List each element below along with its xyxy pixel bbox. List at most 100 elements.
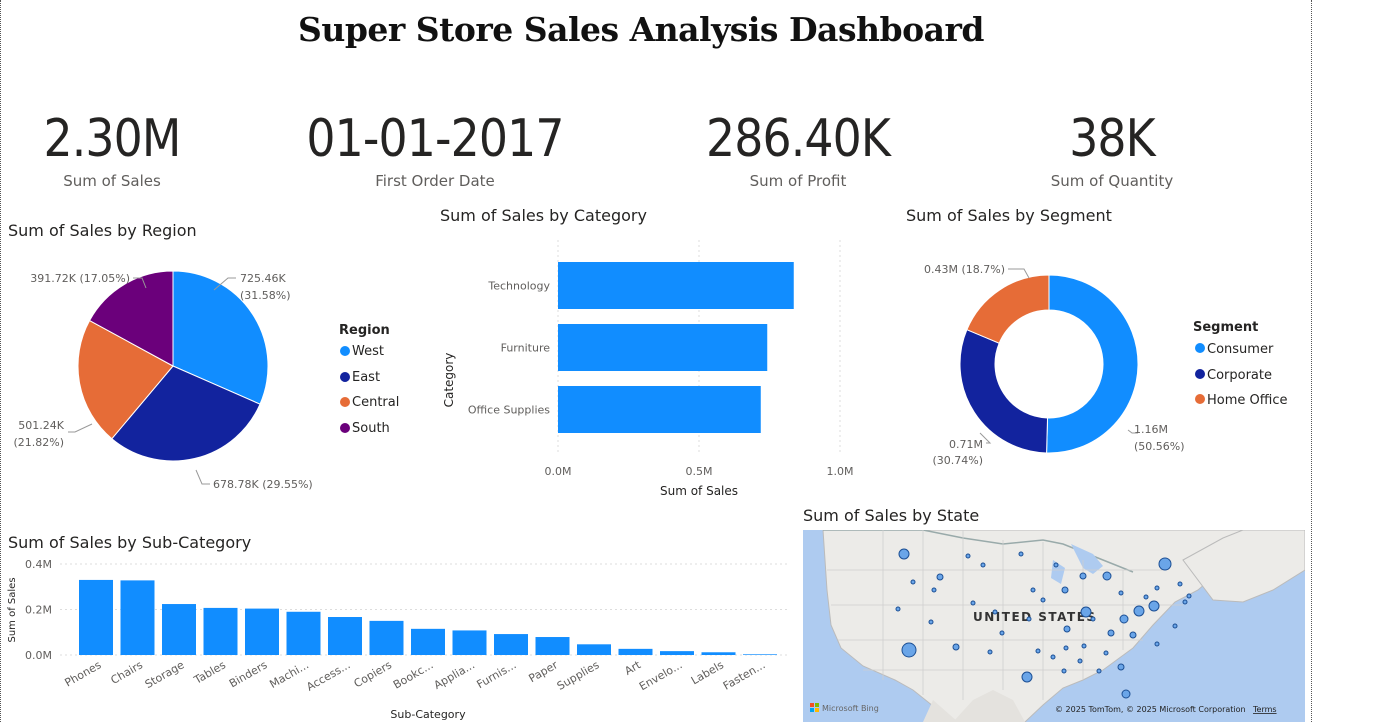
subcategory-bar[interactable] (743, 654, 777, 655)
state-map[interactable]: UNITED STATES Microsoft Bing © 2025 TomT… (803, 530, 1305, 722)
subcategory-bar[interactable] (369, 620, 404, 655)
kpi-card-first-order-date[interactable]: 01-01-2017 First Order Date (270, 108, 600, 190)
state-bubble[interactable] (1096, 668, 1102, 674)
state-bubble[interactable] (987, 649, 993, 655)
legend-item[interactable]: Central (352, 395, 399, 410)
state-bubble[interactable] (1061, 668, 1067, 674)
state-bubble[interactable] (1018, 551, 1024, 557)
donut-slice-consumer[interactable] (1046, 274, 1139, 454)
subcategory-bar[interactable] (245, 608, 279, 655)
subcategory-bar[interactable] (701, 652, 736, 655)
subcategory-bar[interactable] (203, 607, 238, 655)
kpi-card-profit[interactable]: 286.40K Sum of Profit (678, 108, 918, 190)
state-bubble[interactable] (1148, 600, 1160, 612)
state-bubble[interactable] (898, 548, 910, 560)
subcategory-bar[interactable] (162, 604, 196, 655)
subcategory-bar[interactable] (577, 644, 611, 655)
subcategory-column-chart[interactable]: Phones ChairsStorage TablesBindersMachi...… (0, 552, 795, 722)
segment-legend[interactable]: Segment Consumer Corporate Home Office (1193, 320, 1287, 408)
state-bubble[interactable] (1118, 590, 1124, 596)
state-bubble[interactable] (1154, 585, 1160, 591)
state-bubble[interactable] (1090, 616, 1096, 622)
state-bubble[interactable] (1053, 562, 1059, 568)
subcategory-bar[interactable] (618, 648, 653, 655)
state-bubble[interactable] (1117, 663, 1125, 671)
state-bubble[interactable] (1154, 641, 1160, 647)
donut-slice-corporate[interactable] (959, 329, 1049, 454)
state-bubble[interactable] (1158, 557, 1172, 571)
state-bubble[interactable] (1077, 658, 1083, 664)
state-bubble[interactable] (965, 553, 971, 559)
state-bubble[interactable] (1143, 594, 1149, 600)
x-tick-label: Fasten... (721, 658, 768, 692)
state-bubble[interactable] (992, 609, 998, 615)
x-tick-label: Bookc... (391, 658, 436, 691)
state-bubble[interactable] (1177, 581, 1183, 587)
category-bar[interactable] (558, 262, 794, 309)
state-bubble[interactable] (1129, 631, 1137, 639)
state-bubble[interactable] (1063, 645, 1069, 651)
map-terms-link[interactable]: Terms (1252, 705, 1277, 714)
segment-donut-chart[interactable]: 1.16M (50.56%) 0.71M (30.74%) 0.43M (18.… (900, 230, 1310, 490)
state-bubble[interactable] (1121, 689, 1131, 699)
state-bubble[interactable] (1050, 654, 1056, 660)
state-bubble[interactable] (936, 573, 944, 581)
subcategory-bar[interactable] (79, 579, 113, 655)
state-bubble[interactable] (1119, 614, 1129, 624)
legend-item[interactable]: East (352, 370, 380, 385)
kpi-card-quantity[interactable]: 38K Sum of Quantity (1032, 108, 1192, 190)
state-bubble[interactable] (1079, 572, 1087, 580)
state-bubble[interactable] (1081, 643, 1087, 649)
state-bubble[interactable] (980, 562, 986, 568)
state-bubble[interactable] (1186, 593, 1192, 599)
category-bar[interactable] (558, 324, 768, 371)
state-bubble[interactable] (1080, 606, 1092, 618)
legend-item[interactable]: West (352, 344, 384, 359)
legend-item[interactable]: Consumer (1207, 342, 1274, 357)
state-bubble[interactable] (1021, 671, 1033, 683)
state-bubble[interactable] (895, 606, 901, 612)
donut-slice-home-office[interactable] (966, 274, 1050, 344)
kpi-card-sales[interactable]: 2.30M Sum of Sales (22, 108, 202, 190)
state-bubble[interactable] (1063, 625, 1071, 633)
state-bubble[interactable] (1026, 616, 1032, 622)
state-bubble[interactable] (910, 579, 916, 585)
category-bar-chart[interactable]: Technology Furniture Office Supplies Categ… (430, 230, 870, 505)
state-bubble[interactable] (1040, 597, 1046, 603)
legend-item[interactable]: Corporate (1207, 368, 1272, 383)
segment-slices[interactable] (959, 274, 1139, 454)
state-bubble[interactable] (1030, 587, 1036, 593)
state-bubble[interactable] (970, 600, 976, 606)
state-bubble[interactable] (1103, 650, 1109, 656)
subcategory-bar[interactable] (660, 651, 694, 655)
state-bubble[interactable] (1035, 648, 1041, 654)
state-bubble[interactable] (901, 642, 917, 658)
state-bubble[interactable] (1172, 623, 1178, 629)
subcategory-bar[interactable] (328, 617, 362, 655)
state-bubble[interactable] (999, 630, 1005, 636)
x-tick-label: Furnis... (475, 658, 519, 691)
state-bubble[interactable] (1102, 571, 1112, 581)
state-bubble[interactable] (1133, 605, 1145, 617)
category-bars[interactable]: Technology Furniture Office Supplies (468, 262, 794, 433)
state-bubble[interactable] (1182, 599, 1188, 605)
state-bubble[interactable] (1107, 629, 1115, 637)
map-canvas[interactable]: UNITED STATES Microsoft Bing © 2025 TomT… (803, 530, 1305, 722)
subcategory-bar[interactable] (494, 634, 528, 655)
subcategory-bar[interactable] (120, 580, 155, 655)
category-bar[interactable] (558, 386, 761, 433)
data-label: 391.72K (17.05%) (30, 272, 130, 285)
subcategory-bar[interactable] (452, 630, 487, 655)
subcategory-bars[interactable] (79, 579, 777, 655)
subcategory-bar[interactable] (411, 628, 445, 655)
legend-item[interactable]: Home Office (1207, 393, 1287, 408)
state-bubble[interactable] (928, 619, 934, 625)
region-pie-chart[interactable]: 725.46K (31.58%) 678.78K (29.55%) 501.24… (0, 240, 420, 500)
subcategory-bar[interactable] (286, 611, 321, 655)
subcategory-bar[interactable] (535, 637, 570, 655)
state-bubble[interactable] (931, 587, 937, 593)
region-legend[interactable]: Region West East Central South (339, 323, 399, 436)
legend-item[interactable]: South (352, 421, 390, 436)
state-bubble[interactable] (952, 643, 960, 651)
state-bubble[interactable] (1061, 586, 1069, 594)
